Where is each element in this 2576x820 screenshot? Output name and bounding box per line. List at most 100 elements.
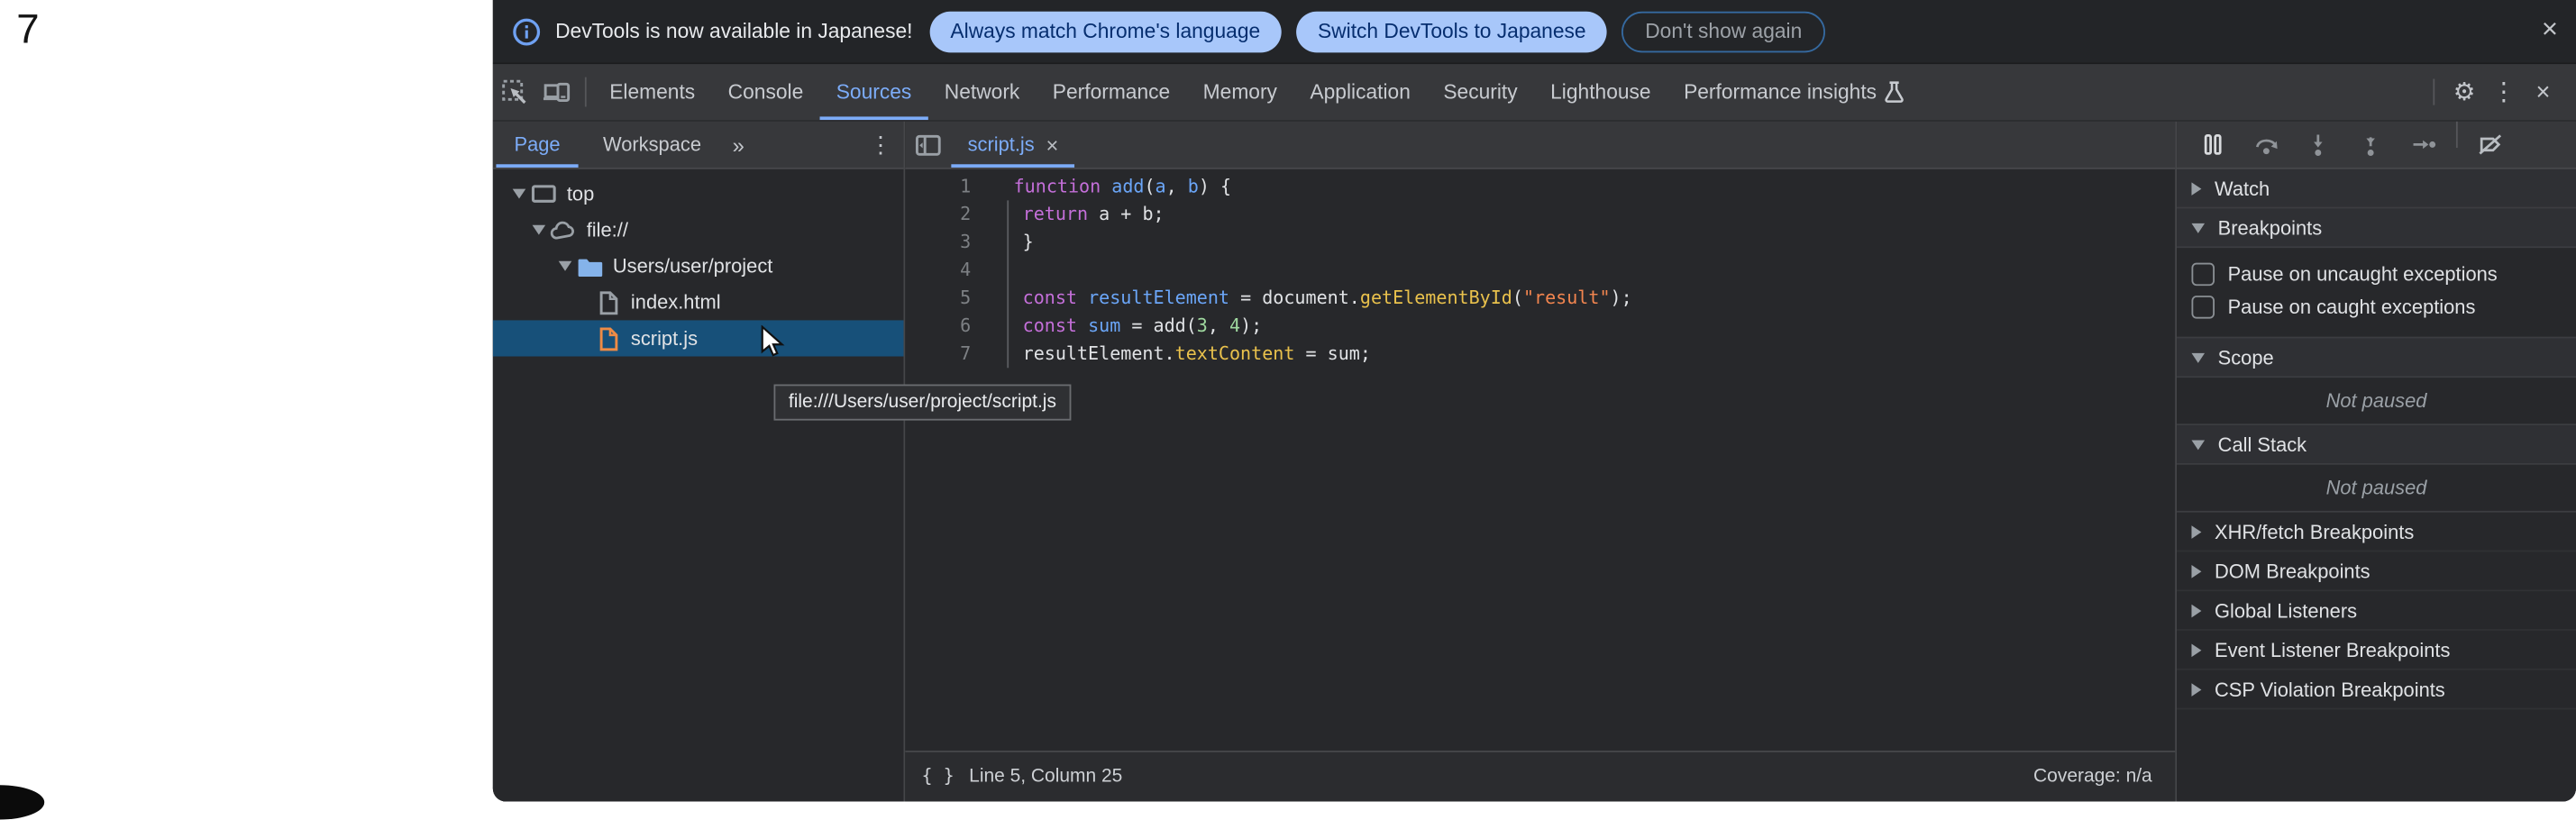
file-path-tooltip: file:///Users/user/project/script.js xyxy=(773,385,1071,421)
line-number[interactable]: 1 xyxy=(905,172,997,200)
checkbox-row-pause-on-caught-exceptions[interactable]: Pause on caught exceptions xyxy=(2177,291,2576,323)
tree-item-script.js[interactable]: script.js xyxy=(493,320,904,356)
device-toolbar-icon[interactable] xyxy=(535,64,578,120)
tab-performance[interactable]: Performance xyxy=(1037,64,1187,120)
chevron-down-icon[interactable] xyxy=(557,261,573,271)
step-into-icon[interactable] xyxy=(2292,122,2344,168)
checkbox-icon[interactable] xyxy=(2191,296,2215,319)
section-label: Event Listener Breakpoints xyxy=(2215,638,2450,661)
folder-icon xyxy=(577,253,603,279)
navigator-menu-icon[interactable]: ⋮ xyxy=(864,122,897,168)
tab-lighthouse[interactable]: Lighthouse xyxy=(1534,64,1667,120)
line-number[interactable]: 4 xyxy=(905,256,997,284)
code-line-4[interactable]: 4 xyxy=(905,256,2175,284)
tab-performance-insights[interactable]: Performance insights xyxy=(1667,64,1921,120)
line-number[interactable]: 5 xyxy=(905,284,997,312)
line-number[interactable]: 2 xyxy=(905,200,997,228)
section-xhr-fetch-breakpoints[interactable]: XHR/fetch Breakpoints xyxy=(2177,513,2576,552)
code-line-1[interactable]: 1function add(a, b) { xyxy=(905,172,2175,200)
chevron-down-icon[interactable] xyxy=(531,225,547,235)
chevron-down-icon[interactable] xyxy=(511,189,527,199)
section-dom-breakpoints[interactable]: DOM Breakpoints xyxy=(2177,551,2576,591)
switch-to-japanese-button[interactable]: Switch DevTools to Japanese xyxy=(1296,11,1607,52)
tab-label: Elements xyxy=(609,80,695,104)
section-scope[interactable]: Scope xyxy=(2177,338,2576,378)
tree-item-index.html[interactable]: index.html xyxy=(493,284,904,320)
deactivate-breakpoints-icon[interactable] xyxy=(2464,122,2517,168)
code-line-3[interactable]: 3} xyxy=(905,228,2175,256)
tab-application[interactable]: Application xyxy=(1293,64,1427,120)
toolbar-right: ⚙ ⋮ × xyxy=(2423,64,2576,120)
code-line-text: const resultElement = document.getElemen… xyxy=(997,284,1631,312)
chevron-right-icon xyxy=(2191,564,2201,578)
line-number[interactable]: 7 xyxy=(905,340,997,368)
code-editor[interactable]: 1function add(a, b) {2return a + b;3}45c… xyxy=(905,169,2175,751)
section-event-listener-breakpoints[interactable]: Event Listener Breakpoints xyxy=(2177,631,2576,670)
section-breakpoints[interactable]: Breakpoints xyxy=(2177,208,2576,248)
checkbox-row-pause-on-uncaught-exceptions[interactable]: Pause on uncaught exceptions xyxy=(2177,258,2576,290)
hide-navigator-icon[interactable] xyxy=(905,122,951,168)
code-line-text: return a + b; xyxy=(997,200,1164,228)
infobar-close-icon[interactable]: × xyxy=(2542,14,2558,42)
kebab-menu-icon[interactable]: ⋮ xyxy=(2484,77,2524,107)
tab-label: Performance xyxy=(1053,80,1170,104)
step-over-icon[interactable] xyxy=(2239,122,2291,168)
inspect-element-icon[interactable] xyxy=(493,64,535,120)
tab-label: Sources xyxy=(836,80,912,104)
page-annotation: 7 xyxy=(16,6,39,54)
chevron-right-icon xyxy=(2191,524,2201,538)
navigator-tabbar: Page Workspace » ⋮ xyxy=(493,122,904,169)
code-line-5[interactable]: 5const resultElement = document.getEleme… xyxy=(905,284,2175,312)
section-label: DOM Breakpoints xyxy=(2215,560,2370,583)
line-number[interactable]: 3 xyxy=(905,228,997,256)
chevron-right-icon xyxy=(2191,682,2201,696)
not-paused-message: Not paused xyxy=(2177,378,2576,425)
tab-close-icon[interactable]: × xyxy=(1046,132,1058,157)
pause-icon[interactable] xyxy=(2187,122,2239,168)
chevron-right-icon xyxy=(2191,181,2201,195)
devtools-close-icon[interactable]: × xyxy=(2524,78,2563,106)
devtools-window: DevTools is now available in Japanese! A… xyxy=(493,0,2576,801)
tab-network[interactable]: Network xyxy=(928,64,1037,120)
section-label: XHR/fetch Breakpoints xyxy=(2215,520,2414,543)
tree-item-file-[interactable]: file:// xyxy=(493,212,904,248)
section-csp-violation-breakpoints[interactable]: CSP Violation Breakpoints xyxy=(2177,670,2576,710)
code-line-7[interactable]: 7resultElement.textContent = sum; xyxy=(905,340,2175,368)
always-match-language-button[interactable]: Always match Chrome's language xyxy=(929,11,1282,52)
tree-item-top[interactable]: top xyxy=(493,176,904,212)
section-watch[interactable]: Watch xyxy=(2177,169,2576,209)
step-icon[interactable] xyxy=(2397,122,2449,168)
language-infobar: DevTools is now available in Japanese! A… xyxy=(493,0,2576,62)
navigator-tab-page[interactable]: Page xyxy=(493,122,581,168)
pretty-print-icon[interactable]: { } xyxy=(922,766,955,788)
dont-show-again-button[interactable]: Don't show again xyxy=(1622,11,1825,52)
info-icon xyxy=(513,17,541,45)
tab-sources[interactable]: Sources xyxy=(819,64,927,120)
not-paused-message: Not paused xyxy=(2177,465,2576,513)
navigator-tab-workspace[interactable]: Workspace xyxy=(581,122,722,168)
tab-memory[interactable]: Memory xyxy=(1186,64,1293,120)
line-number[interactable]: 6 xyxy=(905,312,997,340)
tab-label: Application xyxy=(1310,80,1410,104)
editor-pane: script.js × 1function add(a, b) {2return… xyxy=(905,122,2177,801)
step-out-icon[interactable] xyxy=(2344,122,2397,168)
toolbar-separator xyxy=(2433,78,2434,105)
code-line-text: } xyxy=(997,228,1033,256)
editor-statusbar: { } Line 5, Column 25 Coverage: n/a xyxy=(905,750,2175,801)
code-line-2[interactable]: 2return a + b; xyxy=(905,200,2175,228)
section-call-stack[interactable]: Call Stack xyxy=(2177,425,2576,465)
tab-console[interactable]: Console xyxy=(711,64,819,120)
panel-tabs: Elements Console Sources Network Performance… xyxy=(593,64,1921,120)
section-global-listeners[interactable]: Global Listeners xyxy=(2177,591,2576,631)
cloud-icon xyxy=(551,217,577,243)
tab-label: Network xyxy=(945,80,1020,104)
checkbox-icon[interactable] xyxy=(2191,263,2215,287)
tab-elements[interactable]: Elements xyxy=(593,64,711,120)
tab-security[interactable]: Security xyxy=(1427,64,1534,120)
more-tabs-icon[interactable]: » xyxy=(723,122,754,168)
tree-item-users-user-project[interactable]: Users/user/project xyxy=(493,248,904,284)
section-label: Breakpoints xyxy=(2218,216,2323,240)
editor-tab-scriptjs[interactable]: script.js × xyxy=(951,122,1074,168)
code-line-6[interactable]: 6const sum = add(3, 4); xyxy=(905,312,2175,340)
settings-gear-icon[interactable]: ⚙ xyxy=(2444,77,2484,107)
